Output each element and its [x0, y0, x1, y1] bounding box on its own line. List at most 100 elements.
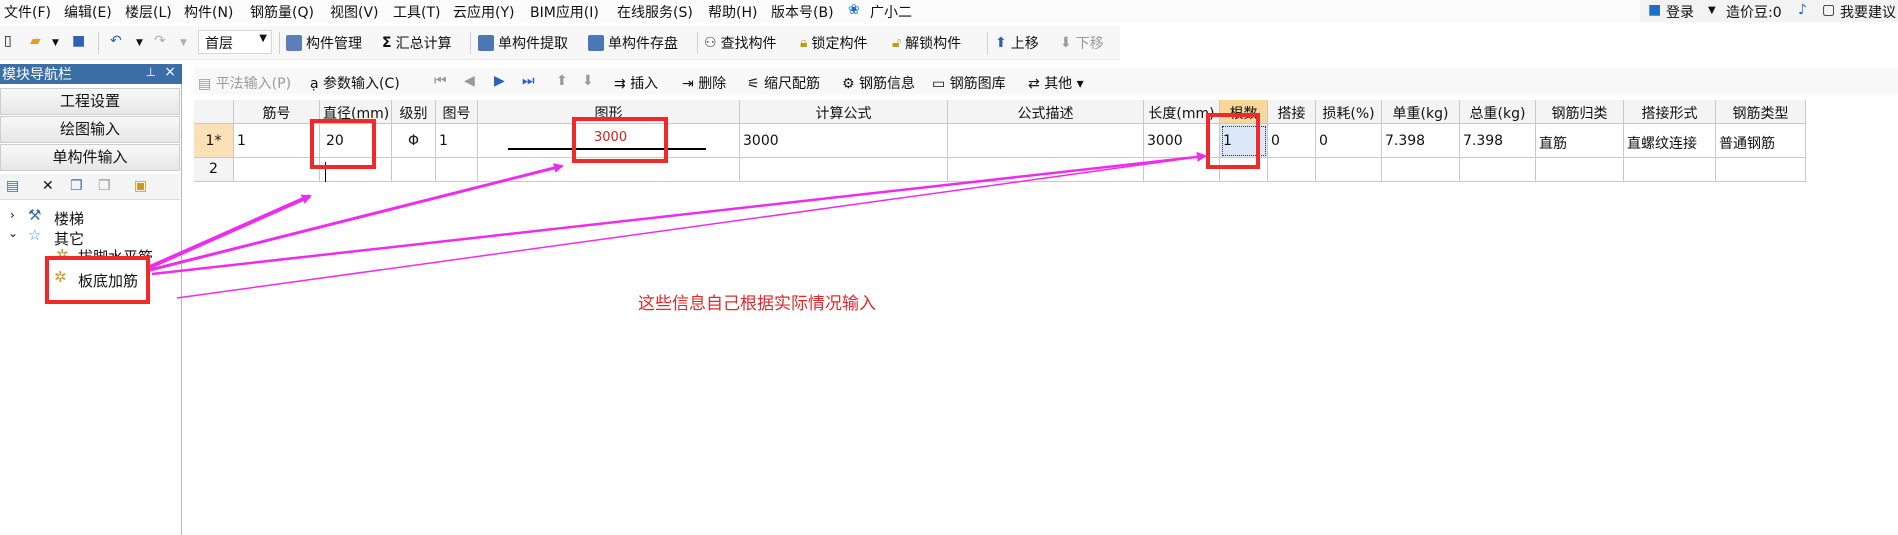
- cell-rebar-category[interactable]: 直筋: [1536, 124, 1624, 158]
- insert-button[interactable]: ⇉ 插入: [614, 73, 658, 93]
- single-extract-button[interactable]: 单构件提取: [478, 33, 568, 53]
- component-tree: › ⚒ 楼梯 ⌄ ☆ 其它 ✲ 拔脚水平筋 ✲ 板底加筋: [0, 204, 180, 534]
- tab-project-settings[interactable]: 工程设置: [0, 88, 180, 115]
- menu-file[interactable]: 文件(F): [4, 2, 51, 22]
- param-input-button[interactable]: ạ 参数输入(C): [310, 73, 400, 93]
- lock-component-button[interactable]: 🔒︎ 锁定构件: [800, 33, 867, 53]
- menu-edit[interactable]: 编辑(E): [64, 2, 112, 22]
- menu-assistant[interactable]: 广小二: [870, 2, 912, 22]
- save-icon[interactable]: ■: [72, 33, 85, 49]
- row-number[interactable]: 1*: [194, 124, 234, 158]
- undo-icon[interactable]: ↶: [110, 33, 122, 49]
- undo-dropdown-icon[interactable]: ▼: [136, 38, 143, 48]
- user-icon[interactable]: ■: [1648, 2, 1661, 18]
- menu-online[interactable]: 在线服务(S): [617, 2, 693, 22]
- clipboard-icon[interactable]: ▣: [134, 178, 147, 194]
- close-icon[interactable]: ×: [164, 64, 176, 80]
- suggest-icon[interactable]: ▢: [1822, 2, 1835, 18]
- last-record-icon[interactable]: ⏭: [522, 73, 535, 89]
- cell-lap-type[interactable]: [1624, 158, 1716, 182]
- menu-cloud[interactable]: 云应用(Y): [453, 2, 514, 22]
- cell-formula[interactable]: [740, 158, 948, 182]
- other-button[interactable]: ⇄ 其他 ▾: [1028, 73, 1084, 93]
- header-rebar-type: 钢筋类型: [1716, 100, 1806, 124]
- menu-bim[interactable]: BIM应用(I): [530, 2, 599, 22]
- component-manage-button[interactable]: 构件管理: [286, 33, 362, 53]
- bell-icon[interactable]: ♪: [1798, 2, 1807, 18]
- cell-lap[interactable]: 0: [1268, 124, 1316, 158]
- cell-bar-no[interactable]: 1: [234, 124, 320, 158]
- single-save-button[interactable]: 单构件存盘: [588, 33, 678, 53]
- rebar-info-button[interactable]: ⚙ 钢筋信息: [842, 73, 915, 93]
- paste-icon[interactable]: ❐: [98, 178, 111, 194]
- move-up-button[interactable]: ⬆ 上移: [995, 33, 1039, 53]
- next-record-icon[interactable]: ▶: [494, 73, 505, 89]
- cell-rebar-category[interactable]: [1536, 158, 1624, 182]
- cell-loss[interactable]: [1316, 158, 1382, 182]
- copy-icon[interactable]: ❐: [70, 178, 83, 194]
- new-file-icon[interactable]: ▯: [4, 33, 12, 49]
- unlock-icon: 🔓︎: [892, 35, 902, 51]
- cell-bar-no[interactable]: [234, 158, 320, 182]
- pin-icon[interactable]: ⊥: [146, 65, 156, 79]
- cell-formula[interactable]: 3000: [740, 124, 948, 158]
- cell-rebar-type[interactable]: 普通钢筋: [1716, 124, 1806, 158]
- properties-icon[interactable]: ▤: [6, 178, 19, 194]
- cell-figure-no[interactable]: [436, 158, 478, 182]
- sigma-icon: Σ: [382, 35, 392, 51]
- row-number[interactable]: 2: [194, 158, 234, 182]
- tab-drawing-input[interactable]: 绘图输入: [0, 116, 180, 143]
- single-save-label: 单构件存盘: [608, 36, 678, 52]
- first-record-icon[interactable]: ⏮: [434, 73, 447, 89]
- menu-component[interactable]: 构件(N): [184, 2, 233, 22]
- find-component-button[interactable]: ⚇ 查找构件: [704, 33, 777, 53]
- menu-tools[interactable]: 工具(T): [393, 2, 440, 22]
- login-button[interactable]: 登录: [1666, 2, 1694, 22]
- cell-formula-desc[interactable]: [948, 158, 1144, 182]
- menu-view[interactable]: 视图(V): [330, 2, 379, 22]
- annotation-text: 这些信息自己根据实际情况输入: [638, 294, 876, 314]
- suggest-link[interactable]: 我要建议: [1840, 2, 1896, 22]
- cell-grade[interactable]: [392, 158, 436, 182]
- cell-unit-weight[interactable]: 7.398: [1382, 124, 1460, 158]
- assistant-icon[interactable]: ❀: [848, 2, 860, 18]
- tree-item-stairs[interactable]: 楼梯: [54, 208, 84, 229]
- cell-grade[interactable]: Φ: [392, 124, 436, 158]
- prev-record-icon[interactable]: ◀: [464, 73, 475, 89]
- extract-icon: [478, 35, 494, 51]
- delete-button[interactable]: ⇥ 删除: [682, 73, 726, 93]
- cell-figure-no[interactable]: 1: [436, 124, 478, 158]
- cell-loss[interactable]: 0: [1316, 124, 1382, 158]
- menu-version[interactable]: 版本号(B): [771, 2, 834, 22]
- cell-total-weight[interactable]: [1460, 158, 1536, 182]
- login-dropdown-icon[interactable]: ▼: [1708, 5, 1716, 16]
- menu-rebar-quantity[interactable]: 钢筋量(Q): [250, 2, 314, 22]
- collapse-icon[interactable]: ⌄: [8, 226, 18, 240]
- floor-select[interactable]: 首层 ▼: [198, 30, 272, 54]
- header-formula: 计算公式: [740, 100, 948, 124]
- flat-input-button[interactable]: ▤ 平法输入(P): [198, 73, 291, 93]
- rebar-library-button[interactable]: ▭ 钢筋图库: [932, 73, 1006, 93]
- move-row-down-icon[interactable]: ⬇: [582, 73, 594, 89]
- unlock-component-button[interactable]: 🔓︎ 解锁构件: [892, 33, 961, 53]
- summary-calc-button[interactable]: Σ 汇总计算: [382, 33, 452, 53]
- move-down-button[interactable]: ⬇ 下移: [1060, 33, 1104, 53]
- cell-unit-weight[interactable]: [1382, 158, 1460, 182]
- cell-total-weight[interactable]: 7.398: [1460, 124, 1536, 158]
- redo-icon[interactable]: ↷: [154, 33, 166, 49]
- menu-help[interactable]: 帮助(H): [708, 2, 757, 22]
- cell-lap-type[interactable]: 直螺纹连接: [1624, 124, 1716, 158]
- cell-rebar-type[interactable]: [1716, 158, 1806, 182]
- delete-icon[interactable]: ✕: [42, 178, 54, 194]
- cell-formula-desc[interactable]: [948, 124, 1144, 158]
- open-folder-icon[interactable]: ▰: [30, 33, 41, 49]
- open-dropdown-icon[interactable]: ▼: [52, 38, 59, 48]
- menu-floor[interactable]: 楼层(L): [125, 2, 172, 22]
- tab-single-component-input[interactable]: 单构件输入: [0, 144, 180, 171]
- scale-rebar-button[interactable]: ⚟ 缩尺配筋: [747, 73, 820, 93]
- cell-lap[interactable]: [1268, 158, 1316, 182]
- expand-icon[interactable]: ›: [10, 208, 15, 222]
- nav-title-label: 模块导航栏: [2, 67, 72, 83]
- redo-dropdown-icon[interactable]: ▼: [180, 38, 187, 48]
- move-row-up-icon[interactable]: ⬆: [556, 73, 568, 89]
